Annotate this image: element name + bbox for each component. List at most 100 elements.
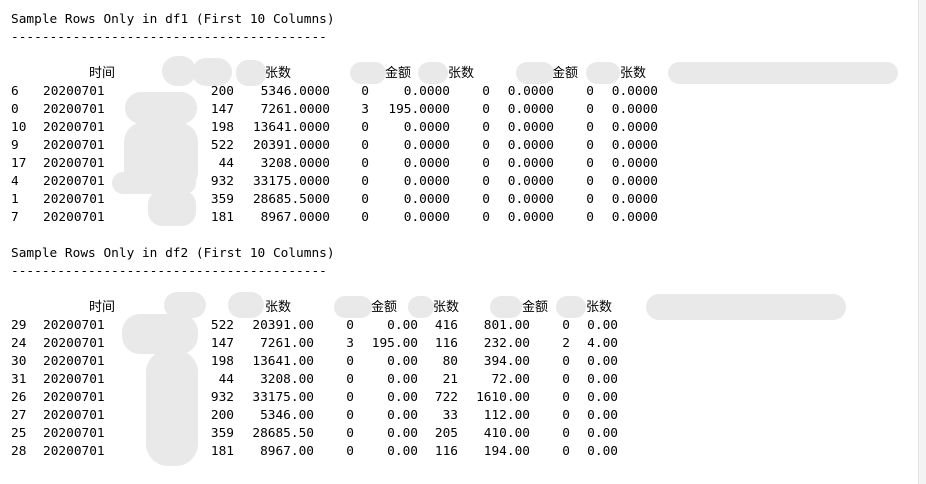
table-cell: 20200701 — [43, 390, 105, 405]
df1-header-amount-1: 金额 — [385, 66, 412, 81]
table-cell: 0 — [562, 354, 570, 369]
table-cell: 20200701 — [43, 174, 105, 189]
table-cell: 20200701 — [43, 84, 105, 99]
table-cell: 0.0000 — [403, 156, 450, 171]
table-cell: 3208.0000 — [260, 156, 330, 171]
table-cell: 0.0000 — [507, 102, 554, 117]
table-cell: 20200701 — [43, 102, 105, 117]
table-cell: 0 — [562, 372, 570, 387]
table-cell: 0.0000 — [611, 174, 658, 189]
table-cell: 20200701 — [43, 426, 105, 441]
table-cell: 0 — [346, 390, 354, 405]
table-cell: 522 — [210, 138, 234, 153]
table-cell: 0 — [482, 84, 490, 99]
table-cell: 0 — [562, 444, 570, 459]
table-cell: 0.0000 — [611, 156, 658, 171]
table-cell: 801.00 — [483, 318, 530, 333]
redaction-blot — [516, 62, 554, 84]
table-cell: 0 — [361, 156, 369, 171]
redaction-blot — [122, 314, 198, 354]
redaction-blot — [334, 296, 372, 318]
table-cell: 13641.0000 — [252, 120, 330, 135]
table-cell: 116 — [434, 336, 458, 351]
table-cell: 13641.00 — [252, 354, 314, 369]
table-cell: 0.00 — [387, 426, 418, 441]
table-cell: 0.0000 — [507, 156, 554, 171]
table-cell: 0.00 — [387, 318, 418, 333]
table-cell: 20200701 — [43, 156, 105, 171]
table-cell: 28685.5000 — [252, 192, 330, 207]
table-cell: 44 — [218, 156, 234, 171]
table-cell: 0 — [482, 120, 490, 135]
table-cell: 0.0000 — [507, 174, 554, 189]
table-cell: 20200701 — [43, 444, 105, 459]
row-index-cell: 28 — [11, 444, 27, 459]
table-cell: 394.00 — [483, 354, 530, 369]
table-cell: 28685.50 — [252, 426, 314, 441]
table-cell: 722 — [434, 390, 458, 405]
df2-separator: ----------------------------------------… — [11, 264, 327, 279]
table-cell: 0.00 — [587, 444, 618, 459]
table-cell: 33 — [442, 408, 458, 423]
table-cell: 410.00 — [483, 426, 530, 441]
table-cell: 0 — [361, 210, 369, 225]
df2-header-amount-1: 金额 — [371, 300, 398, 315]
df2-header-count-2: 张数 — [433, 300, 460, 315]
redaction-blot — [556, 296, 586, 318]
table-cell: 20200701 — [43, 192, 105, 207]
table-cell: 0 — [586, 84, 594, 99]
redaction-blot — [646, 294, 846, 320]
row-index-cell: 24 — [11, 336, 27, 351]
table-cell: 359 — [210, 426, 234, 441]
table-cell: 0 — [586, 156, 594, 171]
redaction-blot — [125, 92, 197, 124]
row-index-cell: 29 — [11, 318, 27, 333]
table-cell: 232.00 — [483, 336, 530, 351]
table-cell: 0.0000 — [507, 138, 554, 153]
table-cell: 195.00 — [371, 336, 418, 351]
table-cell: 0 — [346, 426, 354, 441]
table-cell: 0.00 — [587, 390, 618, 405]
df1-header-count-3: 张数 — [620, 66, 647, 81]
table-cell: 0 — [346, 354, 354, 369]
table-cell: 0.0000 — [507, 192, 554, 207]
df2-header-time: 时间 — [89, 300, 116, 315]
row-index-cell: 17 — [11, 156, 27, 171]
table-cell: 20200701 — [43, 210, 105, 225]
redaction-blot — [162, 56, 196, 86]
table-cell: 20200701 — [43, 318, 105, 333]
table-cell: 195.0000 — [388, 102, 450, 117]
table-cell: 200 — [210, 408, 234, 423]
table-cell: 0 — [482, 102, 490, 117]
redaction-blot — [236, 60, 266, 86]
table-cell: 20200701 — [43, 354, 105, 369]
table-cell: 0 — [361, 174, 369, 189]
table-cell: 0.0000 — [403, 84, 450, 99]
table-cell: 8967.0000 — [260, 210, 330, 225]
table-cell: 0.0000 — [611, 192, 658, 207]
table-cell: 0.0000 — [403, 138, 450, 153]
table-cell: 20200701 — [43, 408, 105, 423]
table-cell: 20200701 — [43, 138, 105, 153]
redaction-blot — [408, 296, 434, 318]
output-cell: Sample Rows Only in df1 (First 10 Column… — [0, 0, 919, 484]
table-cell: 0 — [482, 174, 490, 189]
row-index-cell: 6 — [11, 84, 19, 99]
table-cell: 932 — [210, 390, 234, 405]
table-cell: 0.0000 — [611, 102, 658, 117]
table-cell: 0.0000 — [611, 210, 658, 225]
table-cell: 198 — [210, 354, 234, 369]
df1-header-time: 时间 — [89, 66, 116, 81]
table-cell: 3208.00 — [260, 372, 314, 387]
df1-header-amount-2: 金额 — [552, 66, 579, 81]
table-cell: 33175.00 — [252, 390, 314, 405]
df1-header-count-2: 张数 — [448, 66, 475, 81]
table-cell: 0 — [562, 408, 570, 423]
table-cell: 0 — [346, 318, 354, 333]
table-cell: 0.00 — [387, 408, 418, 423]
table-cell: 0.0000 — [611, 120, 658, 135]
table-cell: 0.0000 — [403, 192, 450, 207]
table-cell: 0.0000 — [611, 138, 658, 153]
table-cell: 20391.00 — [252, 318, 314, 333]
table-cell: 4.00 — [587, 336, 618, 351]
